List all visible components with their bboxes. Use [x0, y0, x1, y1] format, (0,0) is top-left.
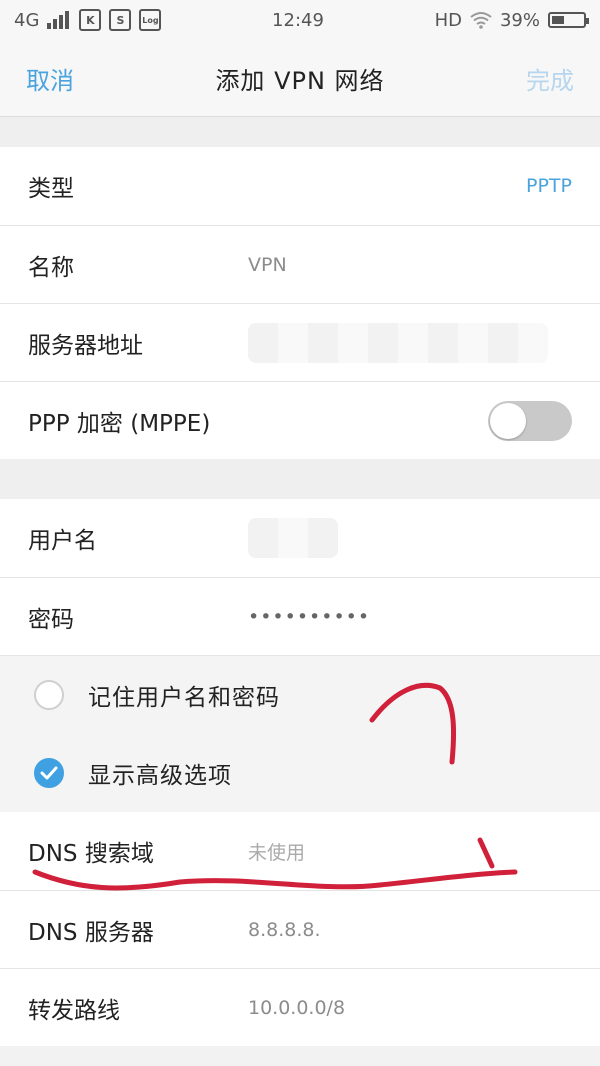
status-time: 12:49	[272, 9, 324, 31]
dns-domain-label: DNS 搜索域	[28, 841, 154, 867]
remember-checkbox[interactable]	[34, 680, 64, 710]
vpn-basic-settings: 类型 PPTP 名称 VPN 服务器地址 PPP 加密 (MPPE)	[0, 147, 600, 459]
app-log-icon: Log	[139, 9, 162, 31]
cancel-button[interactable]: 取消	[26, 61, 74, 96]
app-k-icon: K	[79, 9, 102, 31]
ppp-label: PPP 加密 (MPPE)	[28, 410, 211, 437]
dns-domain-row[interactable]: DNS 搜索域 未使用	[0, 812, 600, 890]
server-row[interactable]: 服务器地址	[0, 303, 600, 381]
advanced-option[interactable]: 显示高级选项	[0, 734, 600, 812]
status-left: 4G K S Log	[14, 9, 162, 31]
name-row[interactable]: 名称 VPN	[0, 225, 600, 303]
route-label: 转发路线	[28, 997, 120, 1024]
advanced-label: 显示高级选项	[88, 763, 232, 789]
name-label: 名称	[28, 254, 74, 281]
remember-option[interactable]: 记住用户名和密码	[0, 656, 600, 734]
dns-server-label: DNS 服务器	[28, 919, 154, 946]
status-right: HD 39%	[434, 9, 589, 31]
options-group: 记住用户名和密码 显示高级选项	[0, 655, 600, 812]
nav-bar: 取消 添加 VPN 网络 完成	[0, 40, 600, 117]
username-row[interactable]: 用户名	[0, 499, 600, 577]
type-value[interactable]: PPTP	[526, 175, 572, 197]
type-label: 类型	[28, 176, 74, 202]
username-field[interactable]	[248, 518, 338, 558]
wifi-icon	[470, 12, 492, 29]
name-field[interactable]: VPN	[248, 254, 287, 276]
password-field[interactable]: ••••••••••	[248, 606, 370, 628]
route-row[interactable]: 转发路线 10.0.0.0/8	[0, 968, 600, 1046]
dns-server-field[interactable]: 8.8.8.8.	[248, 919, 321, 941]
remember-label: 记住用户名和密码	[88, 685, 280, 711]
toggle-knob	[490, 402, 526, 439]
checkmark-icon	[40, 766, 58, 780]
signal-icon	[47, 11, 70, 29]
password-label: 密码	[28, 606, 74, 633]
spacer	[0, 459, 600, 499]
route-field[interactable]: 10.0.0.0/8	[248, 997, 345, 1019]
server-field[interactable]	[248, 322, 548, 363]
username-label: 用户名	[28, 528, 97, 554]
network-type: 4G	[14, 9, 40, 31]
password-row[interactable]: 密码 ••••••••••	[0, 577, 600, 655]
app-s-icon: S	[109, 9, 132, 31]
battery-percent: 39%	[499, 9, 540, 31]
battery-fill	[551, 16, 564, 24]
hd-indicator: HD	[434, 9, 462, 31]
dns-server-row[interactable]: DNS 服务器 8.8.8.8.	[0, 890, 600, 968]
server-label: 服务器地址	[28, 332, 143, 359]
advanced-settings: DNS 搜索域 未使用 DNS 服务器 8.8.8.8. 转发路线 10.0.0…	[0, 812, 600, 1046]
credentials-settings: 用户名 密码 ••••••••••	[0, 499, 600, 655]
spacer	[0, 117, 600, 147]
ppp-encryption-row: PPP 加密 (MPPE)	[0, 381, 600, 459]
dns-domain-field[interactable]: 未使用	[248, 838, 305, 865]
status-bar: 4G K S Log 12:49 HD 39%	[0, 0, 600, 40]
battery-icon	[547, 12, 589, 28]
advanced-checkbox[interactable]	[34, 758, 64, 788]
page-title: 添加 VPN 网络	[215, 66, 385, 95]
done-button[interactable]: 完成	[526, 61, 574, 96]
ppp-encryption-toggle[interactable]	[488, 400, 572, 441]
type-row[interactable]: 类型 PPTP	[0, 147, 600, 225]
